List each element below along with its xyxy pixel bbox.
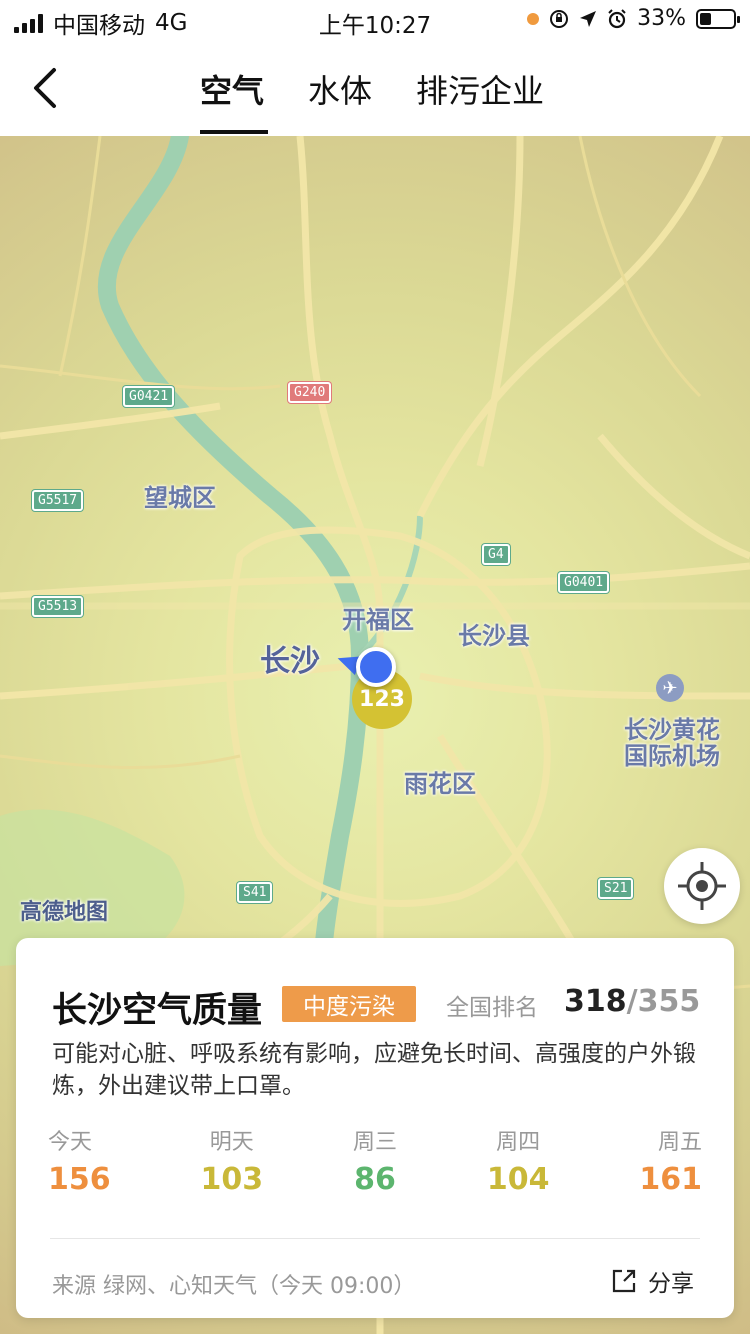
back-arrow-icon[interactable] [26, 62, 70, 114]
airport-icon: ✈ [656, 674, 684, 702]
tab-polluting-enterprises[interactable]: 排污企业 [416, 66, 544, 112]
forecast-day: 周三 [352, 1130, 397, 1155]
current-location-dot [356, 647, 396, 687]
map-provider-logo: 高德地图 [20, 900, 109, 925]
rotation-lock-icon [550, 9, 569, 28]
highway-shield: S41 [237, 882, 273, 903]
national-rank-label: 全国排名 [446, 995, 538, 1021]
share-label: 分享 [648, 1271, 694, 1297]
forecast-day: 今天 [48, 1130, 93, 1155]
forecast-item: 周三 86 [353, 1124, 397, 1197]
health-advice: 可能对心脏、呼吸系统有影响，应避免长时间、高强度的户外锻炼，外出建议带上口罩。 [52, 1041, 696, 1099]
national-rank-value: 318/355 [564, 984, 700, 1019]
pollution-level-badge: 中度污染 [282, 986, 416, 1022]
crosshair-icon [678, 862, 726, 910]
share-button[interactable]: 分享 [610, 1264, 694, 1298]
map-label-yuhua: 雨花区 [404, 770, 476, 798]
locate-me-button[interactable] [664, 848, 740, 924]
forecast-value: 156 [48, 1162, 111, 1197]
map-label-kaifu: 开福区 [342, 606, 414, 634]
forecast-day: 周四 [496, 1130, 541, 1155]
forecast-value: 86 [354, 1162, 396, 1197]
air-quality-card: 长沙空气质量 中度污染 全国排名 318/355 可能对心脏、呼吸系统有影响，应… [16, 938, 734, 1318]
highway-shield: G240 [288, 382, 332, 403]
map-label-wangcheng: 望城区 [144, 484, 216, 512]
tab-water[interactable]: 水体 [308, 66, 372, 112]
forecast-item: 今天 156 [48, 1124, 111, 1197]
active-tab-indicator [200, 130, 268, 134]
highway-shield: G4 [482, 544, 510, 565]
battery-percent: 33% [637, 6, 686, 31]
alarm-icon [608, 8, 626, 28]
highway-shield: G0401 [558, 572, 610, 593]
card-title: 长沙空气质量 [52, 991, 263, 1031]
tab-air[interactable]: 空气 [200, 66, 264, 112]
forecast-item: 周五 161 [639, 1124, 702, 1197]
highway-shield: S21 [598, 878, 634, 899]
share-icon [612, 1269, 636, 1293]
battery-icon [696, 8, 740, 29]
forecast-item: 明天 103 [200, 1124, 263, 1197]
map-label-airport-line2: 国际机场 [624, 742, 720, 770]
forecast-item: 周四 104 [487, 1124, 550, 1197]
highway-shield: G0421 [123, 386, 175, 407]
location-arrow-icon [580, 10, 597, 27]
forecast-day: 周五 [657, 1130, 702, 1155]
aqi-forecast: 今天 156 明天 103 周三 86 周四 104 周五 161 [48, 1124, 702, 1197]
forecast-day: 明天 [209, 1130, 254, 1155]
highway-shield: G5513 [32, 596, 84, 617]
rank-number: 318 [564, 984, 627, 1019]
highway-shield: G5517 [32, 490, 84, 511]
map-label-changsha: 长沙 [260, 644, 320, 679]
mic-indicator-icon [527, 12, 540, 25]
status-bar: 中国移动 4G 上午10:27 33% [0, 0, 750, 40]
nav-bar: 空气 水体 排污企业 [0, 40, 750, 136]
divider [50, 1238, 700, 1239]
forecast-value: 104 [486, 1162, 550, 1197]
map-label-changsha-county: 长沙县 [458, 622, 530, 650]
forecast-value: 103 [200, 1162, 264, 1197]
forecast-value: 161 [639, 1162, 702, 1197]
data-source: 来源 绿网、心知天气（今天 09:00） [52, 1274, 416, 1299]
rank-total: /355 [626, 984, 701, 1019]
